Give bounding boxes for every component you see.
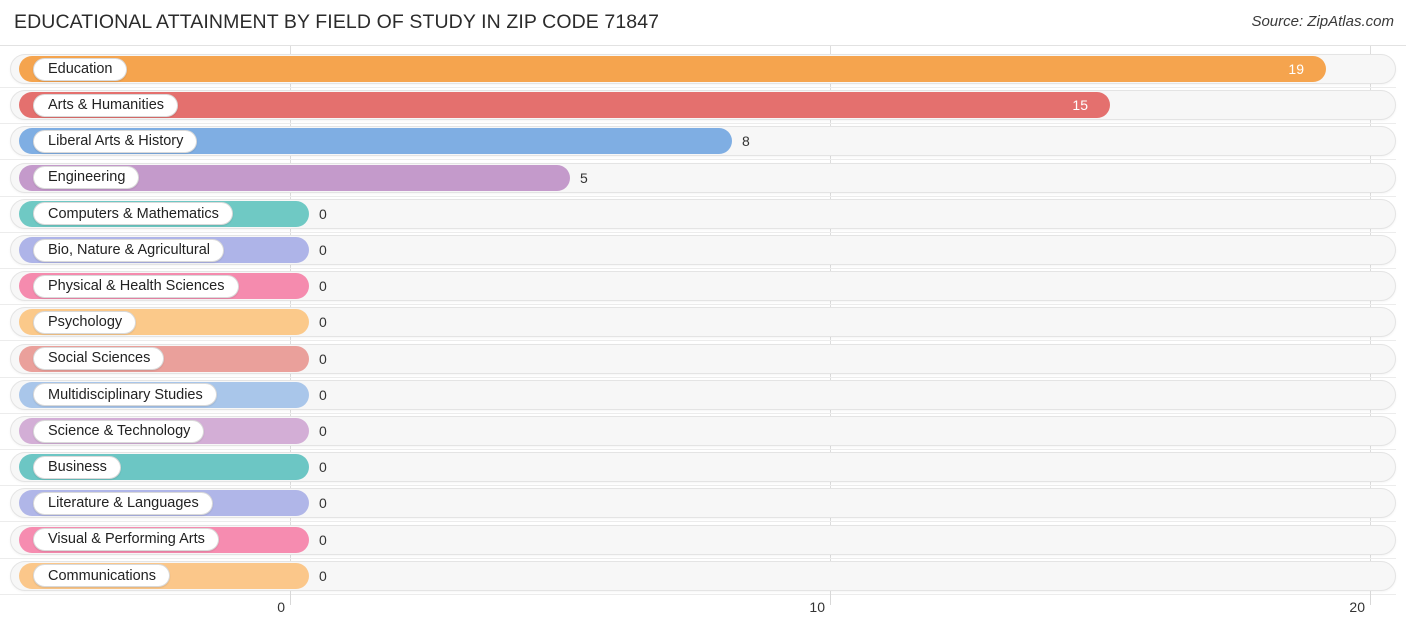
bar-row[interactable]: Science & Technology 0: [10, 416, 1396, 446]
row-separator: [0, 485, 1396, 487]
value-label: 0: [319, 423, 327, 439]
category-label: Communications: [48, 567, 156, 584]
axis-tick-mark: [289, 591, 291, 605]
bar-rows: Education 19 Arts & Humanities 15 Liberal Ar…: [0, 46, 1406, 596]
category-label-pill: Communications: [33, 564, 170, 588]
bar-row[interactable]: Physical & Health Sciences 0: [10, 271, 1396, 302]
category-label: Social Sciences: [48, 350, 151, 367]
category-label: Literature & Languages: [48, 495, 199, 512]
x-axis: 0 10 20: [0, 591, 1406, 632]
value-label: 0: [319, 495, 327, 512]
category-label-pill: Physical & Health Sciences: [33, 274, 239, 298]
row-separator: [0, 340, 1396, 342]
bar-row[interactable]: Business 0: [10, 452, 1396, 483]
value-label: 0: [319, 386, 327, 403]
axis-tick-label: 0: [277, 599, 285, 615]
row-separator: [0, 123, 1396, 125]
value-label: 15: [1072, 97, 1088, 114]
category-label: Visual & Performing Arts: [48, 531, 205, 548]
row-separator: [0, 87, 1396, 88]
category-label-pill: Business: [33, 455, 121, 479]
bar-row[interactable]: Communications 0: [10, 560, 1396, 591]
chart-header: EDUCATIONAL ATTAINMENT BY FIELD OF STUDY…: [0, 0, 1406, 46]
value-label: 5: [580, 169, 588, 186]
value-label: 0: [319, 459, 327, 476]
value-label: 0: [319, 242, 327, 258]
category-label: Science & Technology: [48, 422, 191, 439]
category-label-pill: Literature & Languages: [33, 491, 213, 515]
category-label: Bio, Nature & Agricultural: [48, 241, 210, 258]
value-label: 0: [319, 278, 327, 295]
category-label-pill: Engineering: [33, 166, 140, 190]
category-label-pill: Bio, Nature & Agricultural: [33, 238, 224, 262]
axis-tick-label: 10: [809, 599, 825, 615]
bar-row[interactable]: Psychology 0: [10, 307, 1396, 338]
bar-row[interactable]: Computers & Mathematics 0: [10, 198, 1396, 229]
plot-area: Education 19 Arts & Humanities 15 Liberal Ar…: [0, 46, 1406, 596]
category-label: Physical & Health Sciences: [48, 277, 225, 294]
bar-row[interactable]: Visual & Performing Arts 0: [10, 524, 1396, 555]
value-label: 0: [319, 205, 327, 222]
category-label: Engineering: [48, 169, 126, 186]
category-label-pill: Social Sciences: [33, 347, 165, 371]
row-separator: [0, 376, 1396, 378]
row-separator: [0, 159, 1396, 161]
category-label-pill: Liberal Arts & History: [33, 129, 198, 153]
category-label-pill: Psychology: [33, 310, 137, 334]
category-label: Multidisciplinary Studies: [48, 386, 203, 403]
axis-tick-mark: [829, 591, 831, 605]
axis-tick-mark: [1369, 591, 1371, 605]
category-label-pill: Multidisciplinary Studies: [33, 383, 217, 407]
category-label-pill: Computers & Mathematics: [33, 202, 233, 226]
category-label-pill: Science & Technology: [33, 419, 205, 443]
chart-container: EDUCATIONAL ATTAINMENT BY FIELD OF STUDY…: [0, 0, 1406, 632]
row-separator: [0, 412, 1396, 414]
value-label: 19: [1288, 61, 1304, 77]
category-label-pill: Visual & Performing Arts: [33, 528, 219, 552]
category-label: Business: [48, 458, 107, 475]
bar-row[interactable]: Engineering 5: [10, 162, 1396, 193]
bar-row[interactable]: Education 19: [10, 54, 1396, 84]
row-separator: [0, 268, 1396, 269]
value-label: 0: [319, 314, 327, 331]
row-separator: [0, 231, 1396, 233]
row-separator: [0, 304, 1396, 306]
bar-row[interactable]: Liberal Arts & History 8: [10, 126, 1396, 157]
category-label: Psychology: [48, 314, 123, 331]
source-attribution: Source: ZipAtlas.com: [1251, 13, 1394, 30]
page-title: EDUCATIONAL ATTAINMENT BY FIELD OF STUDY…: [14, 11, 660, 33]
category-label: Liberal Arts & History: [48, 133, 184, 150]
value-label: 0: [319, 567, 327, 584]
row-separator: [0, 195, 1396, 197]
row-separator: [0, 557, 1396, 559]
bar-row[interactable]: Bio, Nature & Agricultural 0: [10, 235, 1396, 265]
row-separator: [0, 593, 1396, 595]
row-separator: [0, 449, 1396, 450]
row-separator: [0, 521, 1396, 523]
axis-tick-label: 20: [1349, 599, 1365, 615]
bar-row[interactable]: Arts & Humanities 15: [10, 90, 1396, 121]
bar-row[interactable]: Literature & Languages 0: [10, 488, 1396, 519]
value-label: 8: [742, 133, 750, 150]
value-label: 0: [319, 350, 327, 367]
bar-row[interactable]: Multidisciplinary Studies 0: [10, 379, 1396, 410]
value-label: 0: [319, 531, 327, 548]
bar-row[interactable]: Social Sciences 0: [10, 343, 1396, 374]
category-label: Computers & Mathematics: [48, 205, 219, 222]
